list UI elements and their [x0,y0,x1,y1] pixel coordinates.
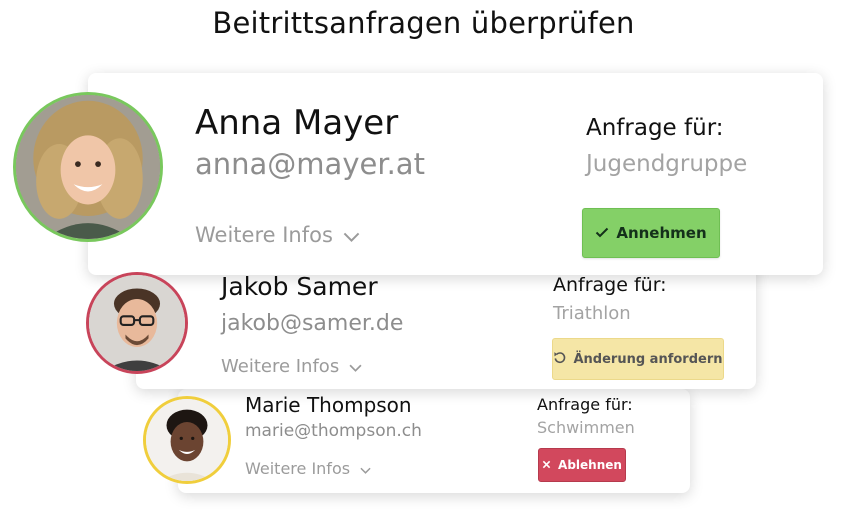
reject-button-label: Ablehnen [558,458,622,472]
applicant-email: anna@mayer.at [195,147,425,181]
request-for-label: Anfrage für: [553,274,667,296]
chevron-down-icon [360,459,371,478]
accept-button-label: Annehmen [616,224,707,242]
chevron-down-icon [349,356,362,377]
applicant-email: jakob@samer.de [221,311,404,336]
avatar [143,396,231,484]
applicant-name: Marie Thompson [245,393,412,417]
profile-photo-anna [16,95,160,239]
request-change-button[interactable]: Änderung anfordern [552,338,724,380]
more-info-toggle[interactable]: Weitere Infos [245,459,371,478]
more-info-toggle[interactable]: Weitere Infos [221,356,362,377]
applicant-name: Anna Mayer [195,103,399,143]
request-card-marie: Marie Thompson marie@thompson.ch Weitere… [178,389,690,493]
close-icon [542,458,551,472]
avatar [13,92,163,242]
more-info-toggle[interactable]: Weitere Infos [195,223,360,247]
more-info-label: Weitere Infos [221,356,340,377]
request-change-button-label: Änderung anfordern [573,351,723,367]
accept-button[interactable]: Annehmen [582,208,720,258]
page-title: Beitrittsanfragen überprüfen [212,6,635,40]
requested-group: Jugendgruppe [586,151,748,177]
request-card-anna: Anna Mayer anna@mayer.at Weitere Infos A… [88,73,823,275]
more-info-label: Weitere Infos [195,223,333,247]
profile-photo-marie [146,399,228,481]
undo-icon [553,351,566,368]
request-for-label: Anfrage für: [537,395,633,414]
requested-group: Triathlon [553,303,631,324]
chevron-down-icon [343,223,360,247]
reject-button[interactable]: Ablehnen [538,448,626,482]
check-icon [595,224,609,242]
profile-photo-jakob [89,275,185,371]
requested-group: Schwimmen [537,418,635,437]
avatar [86,272,188,374]
applicant-name: Jakob Samer [221,272,378,301]
request-for-label: Anfrage für: [586,115,724,141]
applicant-email: marie@thompson.ch [245,421,422,441]
more-info-label: Weitere Infos [245,459,351,478]
